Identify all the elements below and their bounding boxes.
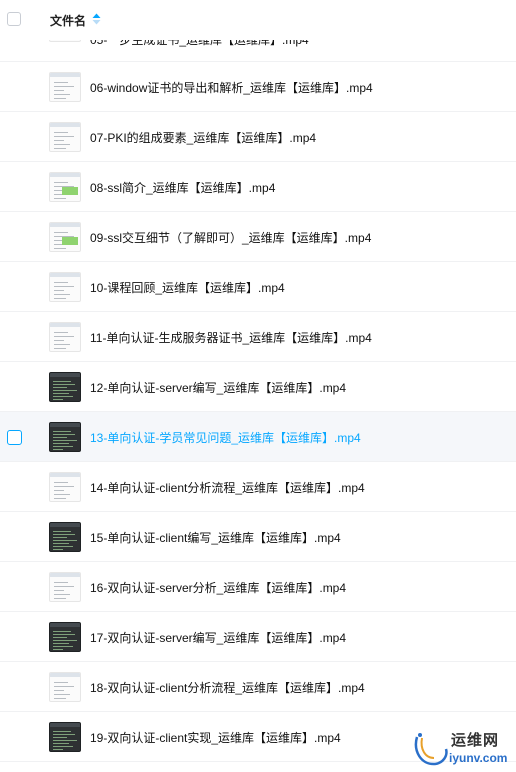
video-thumbnail[interactable] xyxy=(49,72,81,102)
video-thumbnail[interactable] xyxy=(49,572,81,602)
video-thumbnail[interactable] xyxy=(49,122,81,152)
video-thumbnail[interactable] xyxy=(49,622,81,652)
filename-column-header[interactable]: 文件名 xyxy=(50,12,86,29)
file-name[interactable]: 18-双向认证-client分析流程_运维库【运维库】.mp4 xyxy=(90,679,365,696)
watermark-chinese-text: 运维网 xyxy=(451,732,500,749)
file-row[interactable]: 09-ssl交互细节（了解即可）_运维库【运维库】.mp4 xyxy=(0,212,516,262)
file-name[interactable]: 15-单向认证-client编写_运维库【运维库】.mp4 xyxy=(90,529,341,546)
file-name[interactable]: 09-ssl交互细节（了解即可）_运维库【运维库】.mp4 xyxy=(90,229,371,246)
file-row[interactable]: 11-单向认证-生成服务器证书_运维库【运维库】.mp4 xyxy=(0,312,516,362)
file-name[interactable]: 14-单向认证-client分析流程_运维库【运维库】.mp4 xyxy=(90,479,365,496)
select-all-checkbox[interactable] xyxy=(7,12,21,26)
file-row[interactable]: 06-window证书的导出和解析_运维库【运维库】.mp4 xyxy=(0,62,516,112)
video-thumbnail[interactable] xyxy=(49,422,81,452)
file-row[interactable]: 08-ssl简介_运维库【运维库】.mp4 xyxy=(0,162,516,212)
watermark-url: iyunv.com xyxy=(449,751,508,765)
file-name[interactable]: 11-单向认证-生成服务器证书_运维库【运维库】.mp4 xyxy=(90,329,372,346)
file-name[interactable]: 10-课程回顾_运维库【运维库】.mp4 xyxy=(90,279,285,296)
file-name[interactable]: 12-单向认证-server编写_运维库【运维库】.mp4 xyxy=(90,379,346,396)
video-thumbnail[interactable] xyxy=(49,522,81,552)
file-name[interactable]: 16-双向认证-server分析_运维库【运维库】.mp4 xyxy=(90,579,346,596)
video-thumbnail[interactable] xyxy=(49,722,81,752)
file-list: 05-一步生成证书_运维库【运维库】.mp4 06-window证书的导出和解析_… xyxy=(0,28,516,762)
file-row[interactable]: 12-单向认证-server编写_运维库【运维库】.mp4 xyxy=(0,362,516,412)
file-row[interactable]: 13-单向认证-学员常见问题_运维库【运维库】.mp4 xyxy=(0,412,516,462)
file-name[interactable]: 06-window证书的导出和解析_运维库【运维库】.mp4 xyxy=(90,79,373,96)
file-row[interactable]: 18-双向认证-client分析流程_运维库【运维库】.mp4 xyxy=(0,662,516,712)
video-thumbnail[interactable] xyxy=(49,322,81,352)
video-thumbnail[interactable] xyxy=(49,272,81,302)
file-row[interactable]: 10-课程回顾_运维库【运维库】.mp4 xyxy=(0,262,516,312)
file-row[interactable]: 17-双向认证-server编写_运维库【运维库】.mp4 xyxy=(0,612,516,662)
video-thumbnail[interactable] xyxy=(49,222,81,252)
row-checkbox[interactable] xyxy=(7,430,22,445)
sort-arrows-icon[interactable] xyxy=(92,13,101,25)
file-row[interactable]: 15-单向认证-client编写_运维库【运维库】.mp4 xyxy=(0,512,516,562)
file-row[interactable]: 16-双向认证-server分析_运维库【运维库】.mp4 xyxy=(0,562,516,612)
file-row[interactable]: 14-单向认证-client分析流程_运维库【运维库】.mp4 xyxy=(0,462,516,512)
file-name[interactable]: 17-双向认证-server编写_运维库【运维库】.mp4 xyxy=(90,629,346,646)
swirl-logo-icon xyxy=(414,733,448,766)
list-header: 文件名 xyxy=(0,0,516,40)
video-thumbnail[interactable] xyxy=(49,472,81,502)
video-thumbnail[interactable] xyxy=(49,172,81,202)
video-thumbnail[interactable] xyxy=(49,372,81,402)
site-watermark: 运维网 iyunv.com xyxy=(411,727,515,771)
file-name[interactable]: 08-ssl简介_运维库【运维库】.mp4 xyxy=(90,179,275,196)
file-name[interactable]: 13-单向认证-学员常见问题_运维库【运维库】.mp4 xyxy=(90,429,361,446)
file-row[interactable]: 07-PKI的组成要素_运维库【运维库】.mp4 xyxy=(0,112,516,162)
file-name[interactable]: 19-双向认证-client实现_运维库【运维库】.mp4 xyxy=(90,729,341,746)
video-thumbnail[interactable] xyxy=(49,672,81,702)
file-name[interactable]: 07-PKI的组成要素_运维库【运维库】.mp4 xyxy=(90,129,316,146)
